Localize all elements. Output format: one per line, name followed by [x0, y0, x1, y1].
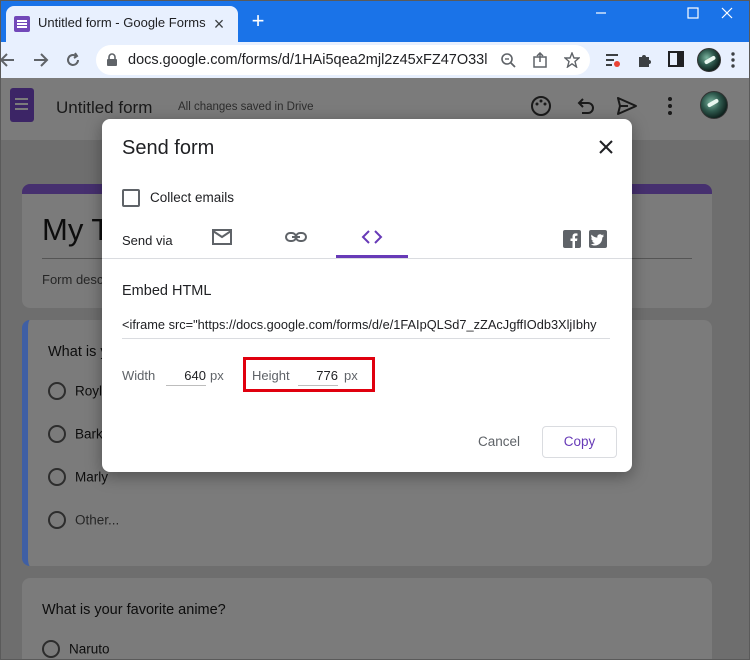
code-icon: [361, 230, 383, 244]
undo-icon[interactable]: [574, 95, 596, 117]
dialog-title: Send form: [122, 137, 215, 159]
reload-icon[interactable]: [60, 47, 86, 73]
question-text[interactable]: What is y: [48, 344, 108, 360]
width-unit: px: [210, 368, 224, 383]
more-vert-icon[interactable]: [730, 51, 736, 69]
collect-emails-checkbox[interactable]: [122, 189, 140, 207]
copy-button[interactable]: Copy: [542, 426, 617, 458]
send-icon[interactable]: [616, 95, 638, 117]
radio-icon: [48, 425, 66, 443]
option-other[interactable]: Other...: [48, 511, 119, 529]
radio-icon: [42, 640, 60, 658]
radio-icon: [48, 382, 66, 400]
tab-divider: [102, 258, 632, 259]
share-icon[interactable]: [532, 52, 548, 68]
email-icon: [212, 229, 232, 245]
option-item[interactable]: Marly: [48, 468, 108, 486]
minimize-icon[interactable]: [578, 2, 624, 24]
save-status: All changes saved in Drive: [178, 101, 314, 113]
link-icon: [285, 232, 307, 242]
radio-icon: [48, 468, 66, 486]
browser-tab[interactable]: Untitled form - Google Forms ×: [6, 6, 238, 42]
send-form-dialog: Send form Collect emails Send via Embed …: [102, 119, 632, 472]
form-description[interactable]: Form desc: [42, 272, 103, 287]
radio-icon: [48, 511, 66, 529]
tab-embed-html[interactable]: [336, 222, 408, 258]
close-icon[interactable]: [594, 135, 618, 159]
forms-logo-icon[interactable]: [10, 88, 34, 122]
send-via-label: Send via: [122, 233, 173, 248]
option-item[interactable]: Barky: [48, 425, 110, 443]
close-icon[interactable]: ×: [208, 13, 230, 35]
tab-link[interactable]: [260, 222, 332, 258]
option-item[interactable]: Royle: [48, 382, 110, 400]
profile-avatar[interactable]: [697, 48, 721, 72]
forms-favicon-icon: [14, 16, 30, 32]
height-input[interactable]: 776: [298, 368, 338, 386]
sidepanel-icon[interactable]: [668, 51, 684, 67]
height-label: Height: [252, 368, 290, 383]
more-vert-icon[interactable]: [666, 95, 674, 117]
tab-email[interactable]: [186, 222, 258, 258]
tab-strip: Untitled form - Google Forms × +: [0, 0, 750, 42]
back-icon[interactable]: [0, 47, 20, 73]
address-bar[interactable]: docs.google.com/forms/d/1HAi5qea2mjl2z45…: [96, 45, 590, 75]
twitter-icon[interactable]: [589, 230, 607, 248]
form-title[interactable]: My T: [42, 212, 110, 248]
window-close-icon[interactable]: [704, 2, 750, 24]
zoom-icon[interactable]: [500, 52, 516, 68]
width-input[interactable]: 640: [166, 368, 206, 386]
option-item[interactable]: Naruto: [42, 640, 110, 658]
document-title[interactable]: Untitled form: [56, 98, 152, 118]
palette-icon[interactable]: [530, 95, 552, 117]
question-card[interactable]: What is your favorite anime? Naruto: [22, 578, 712, 660]
browser-toolbar: docs.google.com/forms/d/1HAi5qea2mjl2z45…: [0, 42, 750, 78]
lock-icon[interactable]: [106, 53, 118, 67]
star-icon[interactable]: [564, 52, 580, 68]
profile-avatar[interactable]: [700, 91, 728, 119]
collect-emails-label: Collect emails: [150, 190, 235, 205]
extension-filter-icon[interactable]: [604, 51, 622, 69]
plus-icon[interactable]: +: [246, 9, 270, 33]
width-label: Width: [122, 368, 156, 383]
height-unit: px: [344, 368, 358, 383]
tab-title: Untitled form - Google Forms: [38, 15, 206, 30]
forward-icon[interactable]: [28, 47, 54, 73]
puzzle-icon[interactable]: [636, 51, 654, 69]
question-text[interactable]: What is your favorite anime?: [42, 602, 226, 618]
embed-code-field[interactable]: <iframe src="https://docs.google.com/for…: [122, 317, 610, 339]
url-text[interactable]: docs.google.com/forms/d/1HAi5qea2mjl2z45…: [128, 52, 488, 68]
embed-html-label: Embed HTML: [122, 283, 212, 299]
facebook-icon[interactable]: [563, 230, 581, 248]
cancel-button[interactable]: Cancel: [462, 427, 536, 457]
